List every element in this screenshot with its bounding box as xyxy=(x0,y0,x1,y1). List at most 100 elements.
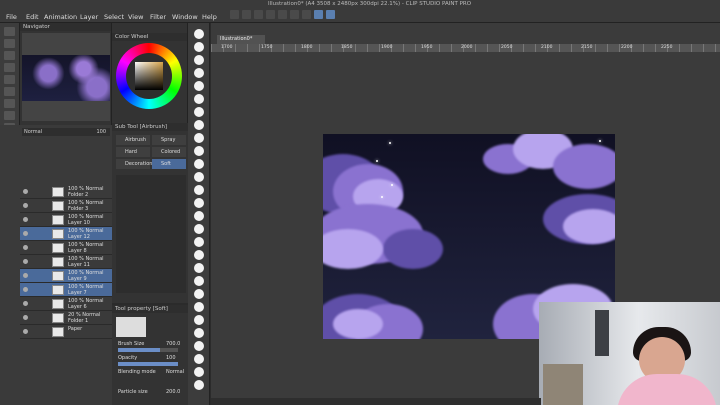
layer-row[interactable]: 20 % Normal Folder 1 xyxy=(20,311,112,325)
open-icon[interactable] xyxy=(242,10,251,19)
brush-size-dot-icon[interactable] xyxy=(194,224,204,234)
opacity-slider[interactable] xyxy=(118,362,178,366)
brush-list[interactable] xyxy=(116,175,186,293)
layer-row[interactable]: Paper xyxy=(20,325,112,339)
layer-row[interactable]: 100 % Normal Layer 11 xyxy=(20,255,112,269)
brush-size-dot-icon[interactable] xyxy=(194,29,204,39)
opacity-value[interactable]: 100 xyxy=(166,355,176,361)
visibility-eye-icon[interactable] xyxy=(23,329,28,334)
menu-filter[interactable]: Filter xyxy=(150,13,166,21)
menu-edit[interactable]: Edit xyxy=(26,13,39,21)
visibility-eye-icon[interactable] xyxy=(23,301,28,306)
brush-size-dot-icon[interactable] xyxy=(194,68,204,78)
brush-size-dot-icon[interactable] xyxy=(194,250,204,260)
visibility-eye-icon[interactable] xyxy=(23,189,28,194)
sub-tool-header: Sub Tool [Airbrush] xyxy=(112,123,188,131)
brush-size-dot-icon[interactable] xyxy=(194,107,204,117)
brush-size-dot-icon[interactable] xyxy=(194,263,204,273)
pencil-tool-icon[interactable] xyxy=(4,111,15,120)
menu-file[interactable]: File xyxy=(6,13,17,21)
brush-size-dot-icon[interactable] xyxy=(194,198,204,208)
subtool-decoration[interactable]: Decoration xyxy=(116,159,152,169)
operation-tool-icon[interactable] xyxy=(4,51,15,60)
zoom-tool-icon[interactable] xyxy=(4,27,15,36)
selection-tool-icon[interactable] xyxy=(4,63,15,72)
tool-property-panel: Tool property [Soft] Brush Size 700.0 Op… xyxy=(112,305,188,405)
new-icon[interactable] xyxy=(230,10,239,19)
subtool-colored[interactable]: Colored xyxy=(152,147,186,157)
visibility-eye-icon[interactable] xyxy=(23,287,28,292)
menu-animation[interactable]: Animation xyxy=(44,13,77,21)
brush-size-slider[interactable] xyxy=(118,348,178,352)
subtool-spray[interactable]: Spray xyxy=(152,135,186,145)
layer-row[interactable]: 100 % Normal Layer 8 xyxy=(20,241,112,255)
layer-thumbnail xyxy=(52,257,64,267)
redo-icon[interactable] xyxy=(278,10,287,19)
brush-size-dot-icon[interactable] xyxy=(194,172,204,182)
layer-row[interactable]: 100 % Normal Layer 9 xyxy=(20,269,112,283)
brush-size-dot-icon[interactable] xyxy=(194,289,204,299)
color-wheel[interactable] xyxy=(116,43,182,109)
brush-size-dot-icon[interactable] xyxy=(194,276,204,286)
layer-thumbnail xyxy=(52,243,64,253)
visibility-eye-icon[interactable] xyxy=(23,259,28,264)
saturation-value-square[interactable] xyxy=(135,62,163,90)
brush-size-dot-icon[interactable] xyxy=(194,302,204,312)
brush-size-dot-icon[interactable] xyxy=(194,133,204,143)
brush-size-dot-icon[interactable] xyxy=(194,185,204,195)
visibility-eye-icon[interactable] xyxy=(23,203,28,208)
visibility-eye-icon[interactable] xyxy=(23,217,28,222)
brush-size-dot-icon[interactable] xyxy=(194,120,204,130)
brush-size-dot-icon[interactable] xyxy=(194,341,204,351)
snap-icon[interactable] xyxy=(314,10,323,19)
ruler-snap-icon[interactable] xyxy=(326,10,335,19)
navigator-preview[interactable] xyxy=(22,33,110,121)
star xyxy=(381,196,383,198)
brush-size-dot-icon[interactable] xyxy=(194,380,204,390)
undo-icon[interactable] xyxy=(266,10,275,19)
brush-size-dot-icon[interactable] xyxy=(194,315,204,325)
auto-select-icon[interactable] xyxy=(4,75,15,84)
visibility-eye-icon[interactable] xyxy=(23,315,28,320)
brush-size-dot-icon[interactable] xyxy=(194,328,204,338)
subtool-soft[interactable]: Soft xyxy=(152,159,186,169)
blending-mode-value[interactable]: Normal xyxy=(166,369,184,375)
layer-opacity[interactable]: 100 xyxy=(96,128,106,136)
menu-view[interactable]: View xyxy=(128,13,143,21)
brush-size-dot-icon[interactable] xyxy=(194,367,204,377)
canvas-tab[interactable]: Illustration0* xyxy=(217,35,265,44)
brush-size-dot-icon[interactable] xyxy=(194,146,204,156)
eyedropper-icon[interactable] xyxy=(4,87,15,96)
menu-help[interactable]: Help xyxy=(202,13,217,21)
layer-row[interactable]: 100 % Normal Layer 12 xyxy=(20,227,112,241)
transform-icon[interactable] xyxy=(302,10,311,19)
brush-size-dot-icon[interactable] xyxy=(194,81,204,91)
menu-select[interactable]: Select xyxy=(104,13,124,21)
layer-row[interactable]: 100 % Normal Folder 3 xyxy=(20,199,112,213)
layer-row[interactable]: 100 % Normal Layer 6 xyxy=(20,297,112,311)
subtool-airbrush[interactable]: Airbrush xyxy=(116,135,150,145)
move-tool-icon[interactable] xyxy=(4,39,15,48)
brush-size-value[interactable]: 700.0 xyxy=(166,341,180,347)
visibility-eye-icon[interactable] xyxy=(23,231,28,236)
brush-size-dot-icon[interactable] xyxy=(194,211,204,221)
particle-size-value[interactable]: 200.0 xyxy=(166,389,180,395)
clear-icon[interactable] xyxy=(290,10,299,19)
brush-size-dot-icon[interactable] xyxy=(194,159,204,169)
layer-row[interactable]: 100 % Normal Layer 7 xyxy=(20,283,112,297)
brush-size-dot-icon[interactable] xyxy=(194,237,204,247)
layer-row[interactable]: 100 % Normal Folder 2 xyxy=(20,185,112,199)
brush-size-dot-icon[interactable] xyxy=(194,94,204,104)
visibility-eye-icon[interactable] xyxy=(23,245,28,250)
layer-row[interactable]: 100 % Normal Layer 10 xyxy=(20,213,112,227)
menu-window[interactable]: Window xyxy=(172,13,198,21)
visibility-eye-icon[interactable] xyxy=(23,273,28,278)
pen-tool-icon[interactable] xyxy=(4,99,15,108)
brush-size-dot-icon[interactable] xyxy=(194,354,204,364)
brush-size-dot-icon[interactable] xyxy=(194,42,204,52)
brush-size-dot-icon[interactable] xyxy=(194,55,204,65)
subtool-hard[interactable]: Hard xyxy=(116,147,150,157)
menu-layer[interactable]: Layer xyxy=(80,13,98,21)
layer-blend-mode[interactable]: Normal xyxy=(24,129,42,135)
save-icon[interactable] xyxy=(254,10,263,19)
